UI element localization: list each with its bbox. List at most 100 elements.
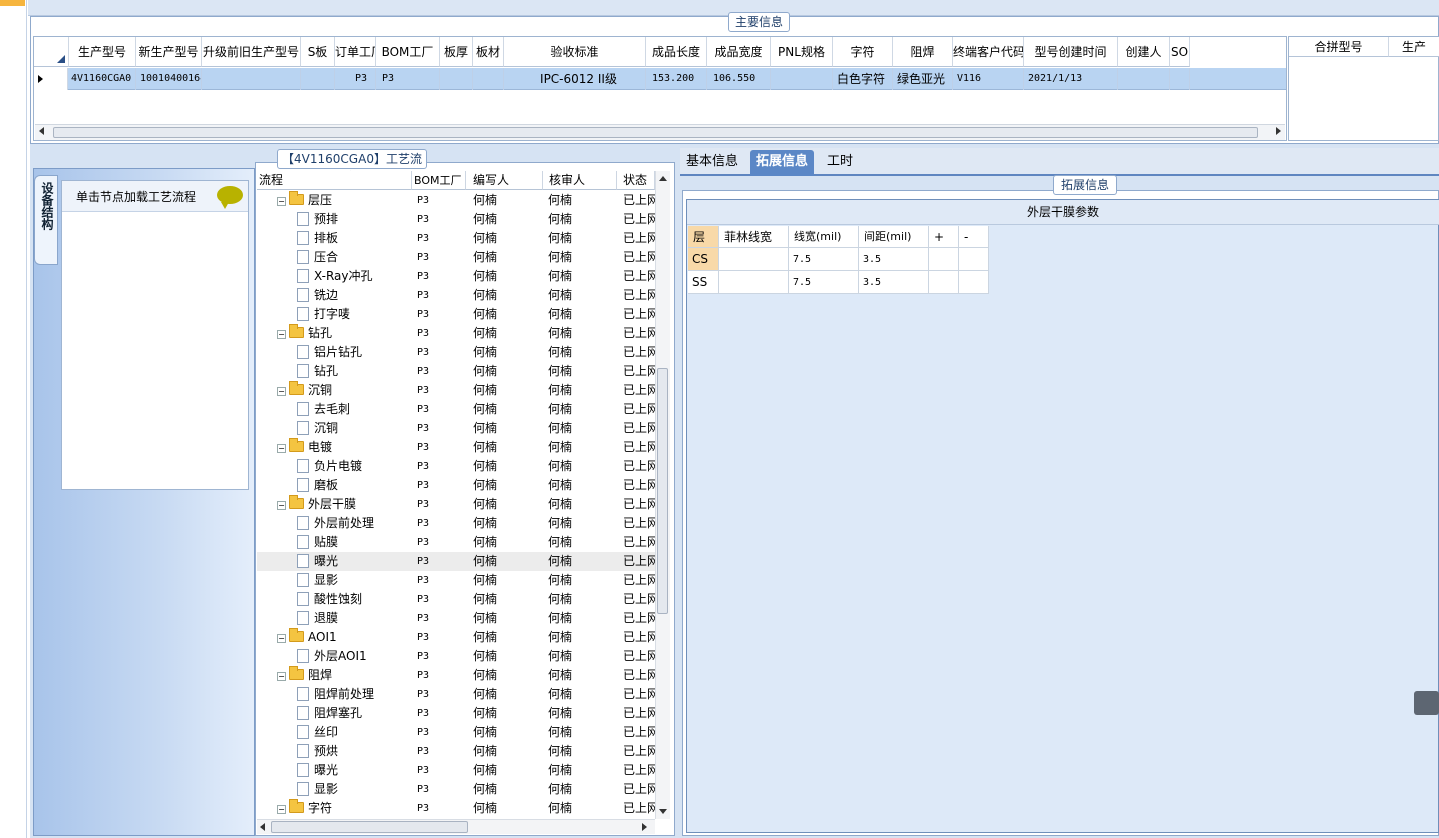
col-4[interactable]: 订单工厂 — [335, 37, 376, 67]
flow-node[interactable]: 沉铜 — [297, 419, 412, 438]
cell-length[interactable]: 153.200 — [646, 68, 707, 90]
collapse-icon[interactable]: − — [277, 330, 286, 339]
cell-width[interactable]: 106.550 — [707, 68, 771, 90]
floating-handle-icon[interactable] — [1414, 691, 1439, 715]
flow-node[interactable]: − 电镀 — [277, 438, 412, 457]
col-14[interactable]: 终端客户代码 — [953, 37, 1024, 67]
scroll-left-arrow-icon[interactable] — [39, 127, 44, 135]
flow-row[interactable]: − 外层干膜 P3 何楠 何楠 已上网 — [257, 495, 655, 514]
equipment-structure-tab[interactable]: 设备结构 — [34, 175, 58, 265]
col-8[interactable]: 验收标准 — [504, 37, 646, 67]
cell-so[interactable] — [1170, 68, 1190, 90]
tab-work-hours[interactable]: 工时 — [821, 150, 859, 176]
tab-basic-info[interactable]: 基本信息 — [680, 150, 744, 176]
col-flow[interactable]: 流程 — [257, 171, 412, 190]
equipment-tree-box[interactable] — [61, 180, 249, 490]
spacing-mil[interactable]: 3.5 — [859, 248, 929, 271]
col-15[interactable]: 型号创建时间 — [1024, 37, 1118, 67]
flow-node[interactable]: 显影 — [297, 571, 412, 590]
flow-row[interactable]: 曝光 P3 何楠 何楠 已上网 — [257, 552, 655, 571]
spacing-mil[interactable]: 3.5 — [859, 271, 929, 294]
flow-node[interactable]: 阻焊前处理 — [297, 685, 412, 704]
flow-row[interactable]: 打字唛 P3 何楠 何楠 已上网 — [257, 305, 655, 324]
cell-prod_model[interactable]: 4V1160CGA0 — [69, 68, 136, 90]
col-12[interactable]: 字符 — [833, 37, 893, 67]
flow-row[interactable]: 显影 P3 何楠 何楠 已上网 — [257, 571, 655, 590]
grid-corner[interactable] — [34, 37, 69, 67]
col-16[interactable]: 创建人 — [1118, 37, 1170, 67]
flow-node[interactable]: 排板 — [297, 229, 412, 248]
film-layer[interactable]: CS — [688, 248, 719, 271]
col-line-width-mil[interactable]: 线宽(mil) — [789, 226, 859, 248]
col-7[interactable]: 板材 — [473, 37, 504, 67]
flow-row[interactable]: 外层AOI1 P3 何楠 何楠 已上网 — [257, 647, 655, 666]
cell-customer[interactable]: V116 — [953, 68, 1024, 90]
col-status[interactable]: 状态 — [617, 171, 655, 190]
col-17[interactable]: SO — [1170, 37, 1190, 67]
process-flow-tree[interactable]: 流程 BOM工厂 编写人 核审人 状态 − 层压 P3 何楠 何楠 已上网 预排 … — [257, 171, 655, 819]
main-grid-hscroll-thumb[interactable] — [53, 127, 1258, 138]
col-film-line-width[interactable]: 菲林线宽 — [719, 226, 789, 248]
flow-row[interactable]: − 阻焊 P3 何楠 何楠 已上网 — [257, 666, 655, 685]
collapse-icon[interactable]: − — [277, 387, 286, 396]
flow-node[interactable]: 铝片钻孔 — [297, 343, 412, 362]
col-2[interactable]: 升级前旧生产型号 — [202, 37, 301, 67]
flow-node[interactable]: 打字唛 — [297, 305, 412, 324]
flow-row[interactable]: 预烘 P3 何楠 何楠 已上网 — [257, 742, 655, 761]
flow-row[interactable]: 曝光 P3 何楠 何楠 已上网 — [257, 761, 655, 780]
col-11[interactable]: PNL规格 — [771, 37, 833, 67]
collapse-icon[interactable]: − — [277, 444, 286, 453]
flow-row[interactable]: − 钻孔 P3 何楠 何楠 已上网 — [257, 324, 655, 343]
flow-node[interactable]: 铣边 — [297, 286, 412, 305]
col-3[interactable]: S板 — [301, 37, 335, 67]
flow-row[interactable]: 预排 P3 何楠 何楠 已上网 — [257, 210, 655, 229]
scroll-down-arrow-icon[interactable] — [659, 809, 667, 814]
film-cell-remove[interactable] — [959, 248, 989, 271]
flow-node[interactable]: 显影 — [297, 780, 412, 799]
orange-tab-marker[interactable] — [0, 0, 25, 6]
flow-row[interactable]: 贴膜 P3 何楠 何楠 已上网 — [257, 533, 655, 552]
collapse-icon[interactable]: − — [277, 634, 286, 643]
flow-node[interactable]: 去毛刺 — [297, 400, 412, 419]
flow-node[interactable]: − 沉铜 — [277, 381, 412, 400]
cell-new_model[interactable]: 10010400164824 — [136, 68, 202, 90]
flow-node[interactable]: 曝光 — [297, 761, 412, 780]
flow-row[interactable]: 铝片钻孔 P3 何楠 何楠 已上网 — [257, 343, 655, 362]
cell-pnl[interactable] — [771, 68, 833, 90]
collapse-icon[interactable]: − — [277, 672, 286, 681]
cell-char[interactable]: 白色字符 — [833, 68, 893, 90]
col-bom-factory[interactable]: BOM工厂 — [412, 171, 466, 190]
flow-row[interactable]: − 层压 P3 何楠 何楠 已上网 — [257, 191, 655, 210]
line-width-mil[interactable]: 7.5 — [789, 248, 859, 271]
flow-node[interactable]: − 外层干膜 — [277, 495, 412, 514]
tab-extended-info[interactable]: 拓展信息 — [750, 150, 815, 176]
cell-material[interactable] — [473, 68, 504, 90]
flow-node[interactable]: 磨板 — [297, 476, 412, 495]
cell-standard[interactable]: IPC-6012 II级 — [504, 68, 646, 90]
flow-node[interactable]: 曝光 — [297, 552, 412, 571]
flow-node[interactable]: 负片电镀 — [297, 457, 412, 476]
flow-row[interactable]: − 电镀 P3 何楠 何楠 已上网 — [257, 438, 655, 457]
flow-vscroll-thumb[interactable] — [657, 368, 668, 614]
col-merge-model[interactable]: 合拼型号 — [1289, 37, 1389, 57]
cell-order_factory[interactable]: P3 — [335, 68, 376, 90]
row-indicator[interactable] — [34, 68, 68, 90]
flow-row[interactable]: − 字符 P3 何楠 何楠 已上网 — [257, 799, 655, 818]
flow-row[interactable]: 退膜 P3 何楠 何楠 已上网 — [257, 609, 655, 628]
col-6[interactable]: 板厚 — [440, 37, 473, 67]
flow-row[interactable]: X-Ray冲孔 P3 何楠 何楠 已上网 — [257, 267, 655, 286]
flow-row[interactable]: 阻焊前处理 P3 何楠 何楠 已上网 — [257, 685, 655, 704]
flow-row[interactable]: 排板 P3 何楠 何楠 已上网 — [257, 229, 655, 248]
col-10[interactable]: 成品宽度 — [707, 37, 771, 67]
col-writer[interactable]: 编写人 — [466, 171, 543, 190]
scroll-up-arrow-icon[interactable] — [659, 176, 667, 181]
flow-row[interactable]: 铣边 P3 何楠 何楠 已上网 — [257, 286, 655, 305]
film-line-width[interactable] — [719, 248, 789, 271]
col-production[interactable]: 生产 — [1389, 37, 1439, 57]
collapse-icon[interactable]: − — [277, 501, 286, 510]
flow-row[interactable]: 显影 P3 何楠 何楠 已上网 — [257, 780, 655, 799]
scroll-right-arrow-icon[interactable] — [1276, 127, 1281, 135]
flow-hscroll-thumb[interactable] — [271, 821, 468, 833]
flow-node[interactable]: − 钻孔 — [277, 324, 412, 343]
scroll-left-arrow-icon[interactable] — [260, 823, 265, 831]
